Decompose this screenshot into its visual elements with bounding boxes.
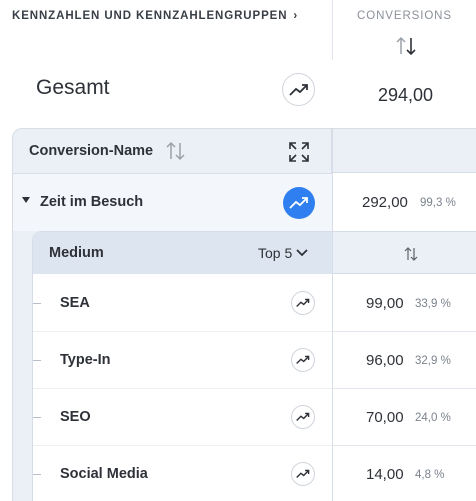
trend-icon xyxy=(296,355,310,364)
group-label: Zeit im Besuch xyxy=(40,194,144,210)
trend-button-group[interactable] xyxy=(283,187,315,219)
trend-button[interactable] xyxy=(291,348,315,372)
tree-line xyxy=(33,360,41,361)
trend-button[interactable] xyxy=(291,462,315,486)
table-row[interactable]: SEA 99,00 33,9 % xyxy=(33,275,476,332)
chevron-down-icon xyxy=(296,249,308,257)
row-percent: 32,9 % xyxy=(415,355,451,367)
header-divider xyxy=(332,0,333,60)
breadcrumb[interactable]: KENNZAHLEN UND KENNZAHLENGRUPPEN › xyxy=(12,10,298,22)
total-value: 294,00 xyxy=(378,85,434,105)
trend-button[interactable] xyxy=(291,291,315,315)
row-value: 14,00 xyxy=(366,466,404,483)
medium-header: Medium xyxy=(49,245,104,261)
expand-icon[interactable] xyxy=(288,141,310,163)
trend-icon xyxy=(288,83,308,96)
top-n-label: Top 5 xyxy=(258,245,293,261)
sort-icon[interactable] xyxy=(164,140,188,162)
group-value: 292,00 xyxy=(362,194,408,211)
table-row[interactable]: SEO 70,00 24,0 % xyxy=(33,389,476,446)
collapse-triangle-icon[interactable] xyxy=(22,197,30,203)
panel-header-value-cell xyxy=(333,128,476,173)
row-percent: 24,0 % xyxy=(415,412,451,424)
trend-icon xyxy=(296,298,310,307)
row-label: SEA xyxy=(60,295,90,311)
sort-icon[interactable] xyxy=(394,34,420,58)
row-percent: 33,9 % xyxy=(415,298,451,310)
column-title: CONVERSIONS xyxy=(357,10,452,22)
row-label: Social Media xyxy=(60,466,148,482)
chevron-right-icon: › xyxy=(293,10,299,22)
group-percent: 99,3 % xyxy=(420,197,456,209)
row-label: SEO xyxy=(60,409,91,425)
trend-icon xyxy=(296,469,310,478)
tree-line xyxy=(33,474,41,475)
conversion-name-header: Conversion-Name xyxy=(29,143,154,159)
total-label: Gesamt xyxy=(36,76,110,99)
row-label: Type-In xyxy=(60,352,111,368)
top-n-dropdown[interactable]: Top 5 xyxy=(258,245,308,261)
row-value: 70,00 xyxy=(366,409,404,426)
trend-button-total[interactable] xyxy=(282,73,315,106)
breadcrumb-label: KENNZAHLEN UND KENNZAHLENGRUPPEN xyxy=(12,10,288,22)
trend-icon xyxy=(296,412,310,421)
trend-icon xyxy=(289,197,308,209)
table-row[interactable]: Social Media 14,00 4,8 % xyxy=(33,446,476,501)
trend-button[interactable] xyxy=(291,405,315,429)
row-percent: 4,8 % xyxy=(415,469,445,481)
sort-icon[interactable] xyxy=(402,245,420,263)
row-value: 96,00 xyxy=(366,352,404,369)
tree-line xyxy=(33,303,41,304)
row-value: 99,00 xyxy=(366,295,404,312)
table-row[interactable]: Type-In 96,00 32,9 % xyxy=(33,332,476,389)
tree-line xyxy=(33,417,41,418)
